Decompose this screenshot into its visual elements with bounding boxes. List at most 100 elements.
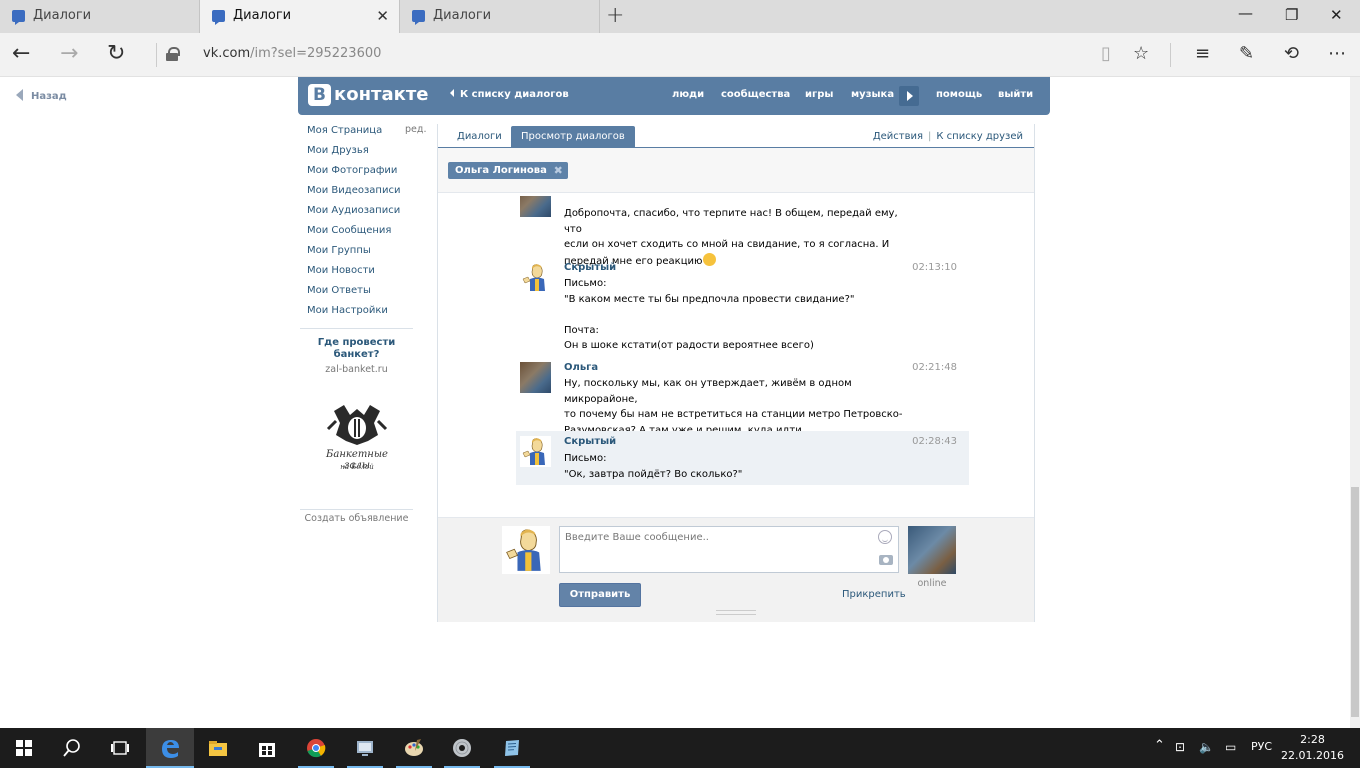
web-page: Назад В контакте К списку диалогов люди …: [0, 77, 1360, 728]
message-time: 02:13:10: [912, 262, 957, 273]
sidebar-item-videos[interactable]: Мои Видеозаписи: [307, 184, 427, 204]
attach-link[interactable]: Прикрепить: [842, 589, 906, 600]
friends-list-link[interactable]: К списку друзей: [936, 131, 1023, 142]
left-sidebar: Моя Страница Мои Друзья Мои Фотографии М…: [307, 124, 427, 324]
chat-bubble-icon: [412, 10, 425, 25]
notifications-icon[interactable]: ▭: [1225, 740, 1236, 754]
menu-logout[interactable]: выйти: [998, 89, 1033, 100]
sidebar-divider: [300, 328, 413, 329]
minimize-icon[interactable]: —: [1238, 4, 1253, 22]
volume-icon[interactable]: 🔈: [1199, 740, 1214, 754]
media-disc-icon[interactable]: [438, 728, 486, 768]
message-item: Ольга 02:21:48 Ну, поскольку мы, как он …: [516, 362, 969, 436]
avatar[interactable]: [520, 196, 551, 217]
search-icon[interactable]: [48, 728, 96, 768]
task-view-icon[interactable]: [96, 728, 144, 768]
share-icon[interactable]: ⟲: [1284, 43, 1299, 64]
chrome-icon[interactable]: [292, 728, 340, 768]
edge-browser-icon[interactable]: [146, 728, 194, 768]
menu-music[interactable]: музыка: [851, 89, 894, 100]
vk-logo-letter: В: [308, 84, 331, 106]
browser-tab-1[interactable]: Диалоги: [0, 0, 200, 33]
actions-link[interactable]: Действия: [873, 131, 923, 142]
message-time: 02:28:43: [912, 436, 957, 447]
smile-icon[interactable]: [878, 530, 892, 544]
sidebar-ad[interactable]: Где провести банкет? zal-banket.ru Банке…: [300, 337, 413, 471]
camera-icon[interactable]: [879, 555, 893, 565]
new-tab-button[interactable]: +: [606, 4, 624, 28]
menu-help[interactable]: помощь: [936, 89, 982, 100]
message-body: Письмо: "В каком месте ты бы предпочла п…: [564, 278, 855, 351]
system-tool-icon[interactable]: [341, 728, 389, 768]
avatar[interactable]: [520, 262, 551, 293]
tray-chevron-icon[interactable]: ⌃: [1154, 738, 1165, 753]
restore-icon[interactable]: ❐: [1285, 6, 1298, 24]
resize-grip[interactable]: [716, 610, 756, 615]
edit-menu-link[interactable]: ред.: [405, 124, 426, 135]
store-icon[interactable]: [243, 728, 291, 768]
dialog-actions: Действия | К списку друзей: [873, 131, 1023, 142]
system-clock[interactable]: 2:28 22.01.2016: [1281, 732, 1344, 764]
my-avatar[interactable]: [502, 526, 550, 574]
dialog-tabs: Диалоги Просмотр диалогов Действия | К спи…: [438, 124, 1034, 148]
banquet-hall-logo[interactable]: Банкетные залы на Белой: [314, 401, 400, 481]
sidebar-item-photos[interactable]: Мои Фотографии: [307, 164, 427, 184]
sidebar-item-friends[interactable]: Мои Друзья: [307, 144, 427, 164]
close-tab-icon[interactable]: ✕: [376, 7, 389, 25]
network-icon[interactable]: ⊡: [1175, 740, 1185, 754]
file-explorer-icon[interactable]: [194, 728, 242, 768]
sidebar-item-settings[interactable]: Мои Настройки: [307, 304, 427, 324]
menu-games[interactable]: игры: [805, 89, 833, 100]
reading-view-icon[interactable]: ▯: [1101, 43, 1111, 64]
notes-app-icon[interactable]: [488, 728, 536, 768]
friend-avatar[interactable]: [908, 526, 956, 574]
back-to-dialogs-link[interactable]: К списку диалогов: [450, 89, 569, 100]
sidebar-item-groups[interactable]: Мои Группы: [307, 244, 427, 264]
browser-tab-2-active[interactable]: Диалоги ✕: [200, 0, 400, 33]
sidebar-item-news[interactable]: Мои Новости: [307, 264, 427, 284]
message-input[interactable]: Введите Ваше сообщение..: [559, 526, 899, 573]
sidebar-item-messages[interactable]: Мои Сообщения: [307, 224, 427, 244]
ad-domain: zal-banket.ru: [325, 364, 388, 375]
more-icon[interactable]: ⋯: [1328, 43, 1346, 64]
message-author[interactable]: Скрытый: [564, 436, 616, 447]
back-arrow-icon[interactable]: ←: [12, 41, 30, 67]
tab-view-dialogs[interactable]: Просмотр диалогов: [511, 126, 635, 148]
clock-time: 2:28: [1300, 733, 1325, 746]
close-window-icon[interactable]: ✕: [1330, 6, 1343, 24]
remove-recipient-icon[interactable]: ✖: [554, 162, 563, 179]
back-link[interactable]: Назад: [16, 89, 67, 102]
ad-logo-subcaption: на Белой: [340, 463, 374, 471]
hub-icon[interactable]: ≡: [1195, 43, 1210, 64]
message-author[interactable]: Ольга: [564, 362, 598, 373]
online-status: online: [917, 578, 947, 589]
create-ad-link[interactable]: Создать объявление: [300, 509, 413, 524]
browser-tab-3[interactable]: Диалоги: [400, 0, 600, 33]
scrollbar-thumb[interactable]: [1351, 487, 1359, 717]
ad-title[interactable]: Где провести банкет?: [300, 337, 413, 361]
forward-arrow-icon[interactable]: →: [60, 41, 78, 67]
dialog-panel: Диалоги Просмотр диалогов Действия | К спи…: [437, 124, 1035, 622]
page-scrollbar[interactable]: [1350, 77, 1360, 728]
send-button[interactable]: Отправить: [559, 583, 641, 607]
message-author[interactable]: Скрытый: [564, 262, 616, 273]
music-play-icon[interactable]: [899, 86, 919, 106]
input-language[interactable]: РУС: [1251, 740, 1272, 753]
menu-communities[interactable]: сообщества: [721, 89, 790, 100]
windows-start-icon[interactable]: [16, 740, 32, 756]
sidebar-item-answers[interactable]: Мои Ответы: [307, 284, 427, 304]
vk-header: В контакте К списку диалогов люди сообще…: [298, 77, 1050, 115]
back-link-label: Назад: [31, 91, 67, 102]
refresh-icon[interactable]: ↻: [107, 41, 125, 67]
avatar[interactable]: [520, 436, 551, 467]
recipient-chip[interactable]: Ольга Логинова ✖: [448, 162, 568, 179]
message-list[interactable]: Добропочта, спасибо, что терпите нас! В …: [438, 196, 1034, 516]
sidebar-item-audio[interactable]: Мои Аудиозаписи: [307, 204, 427, 224]
menu-people[interactable]: люди: [672, 89, 704, 100]
paint-icon[interactable]: [390, 728, 438, 768]
tab-dialogs[interactable]: Диалоги: [447, 126, 512, 148]
address-bar[interactable]: vk.com/im?sel=295223600: [203, 46, 381, 61]
avatar[interactable]: [520, 362, 551, 393]
favorite-star-icon[interactable]: ☆: [1133, 43, 1149, 64]
web-note-icon[interactable]: ✎: [1239, 43, 1254, 64]
